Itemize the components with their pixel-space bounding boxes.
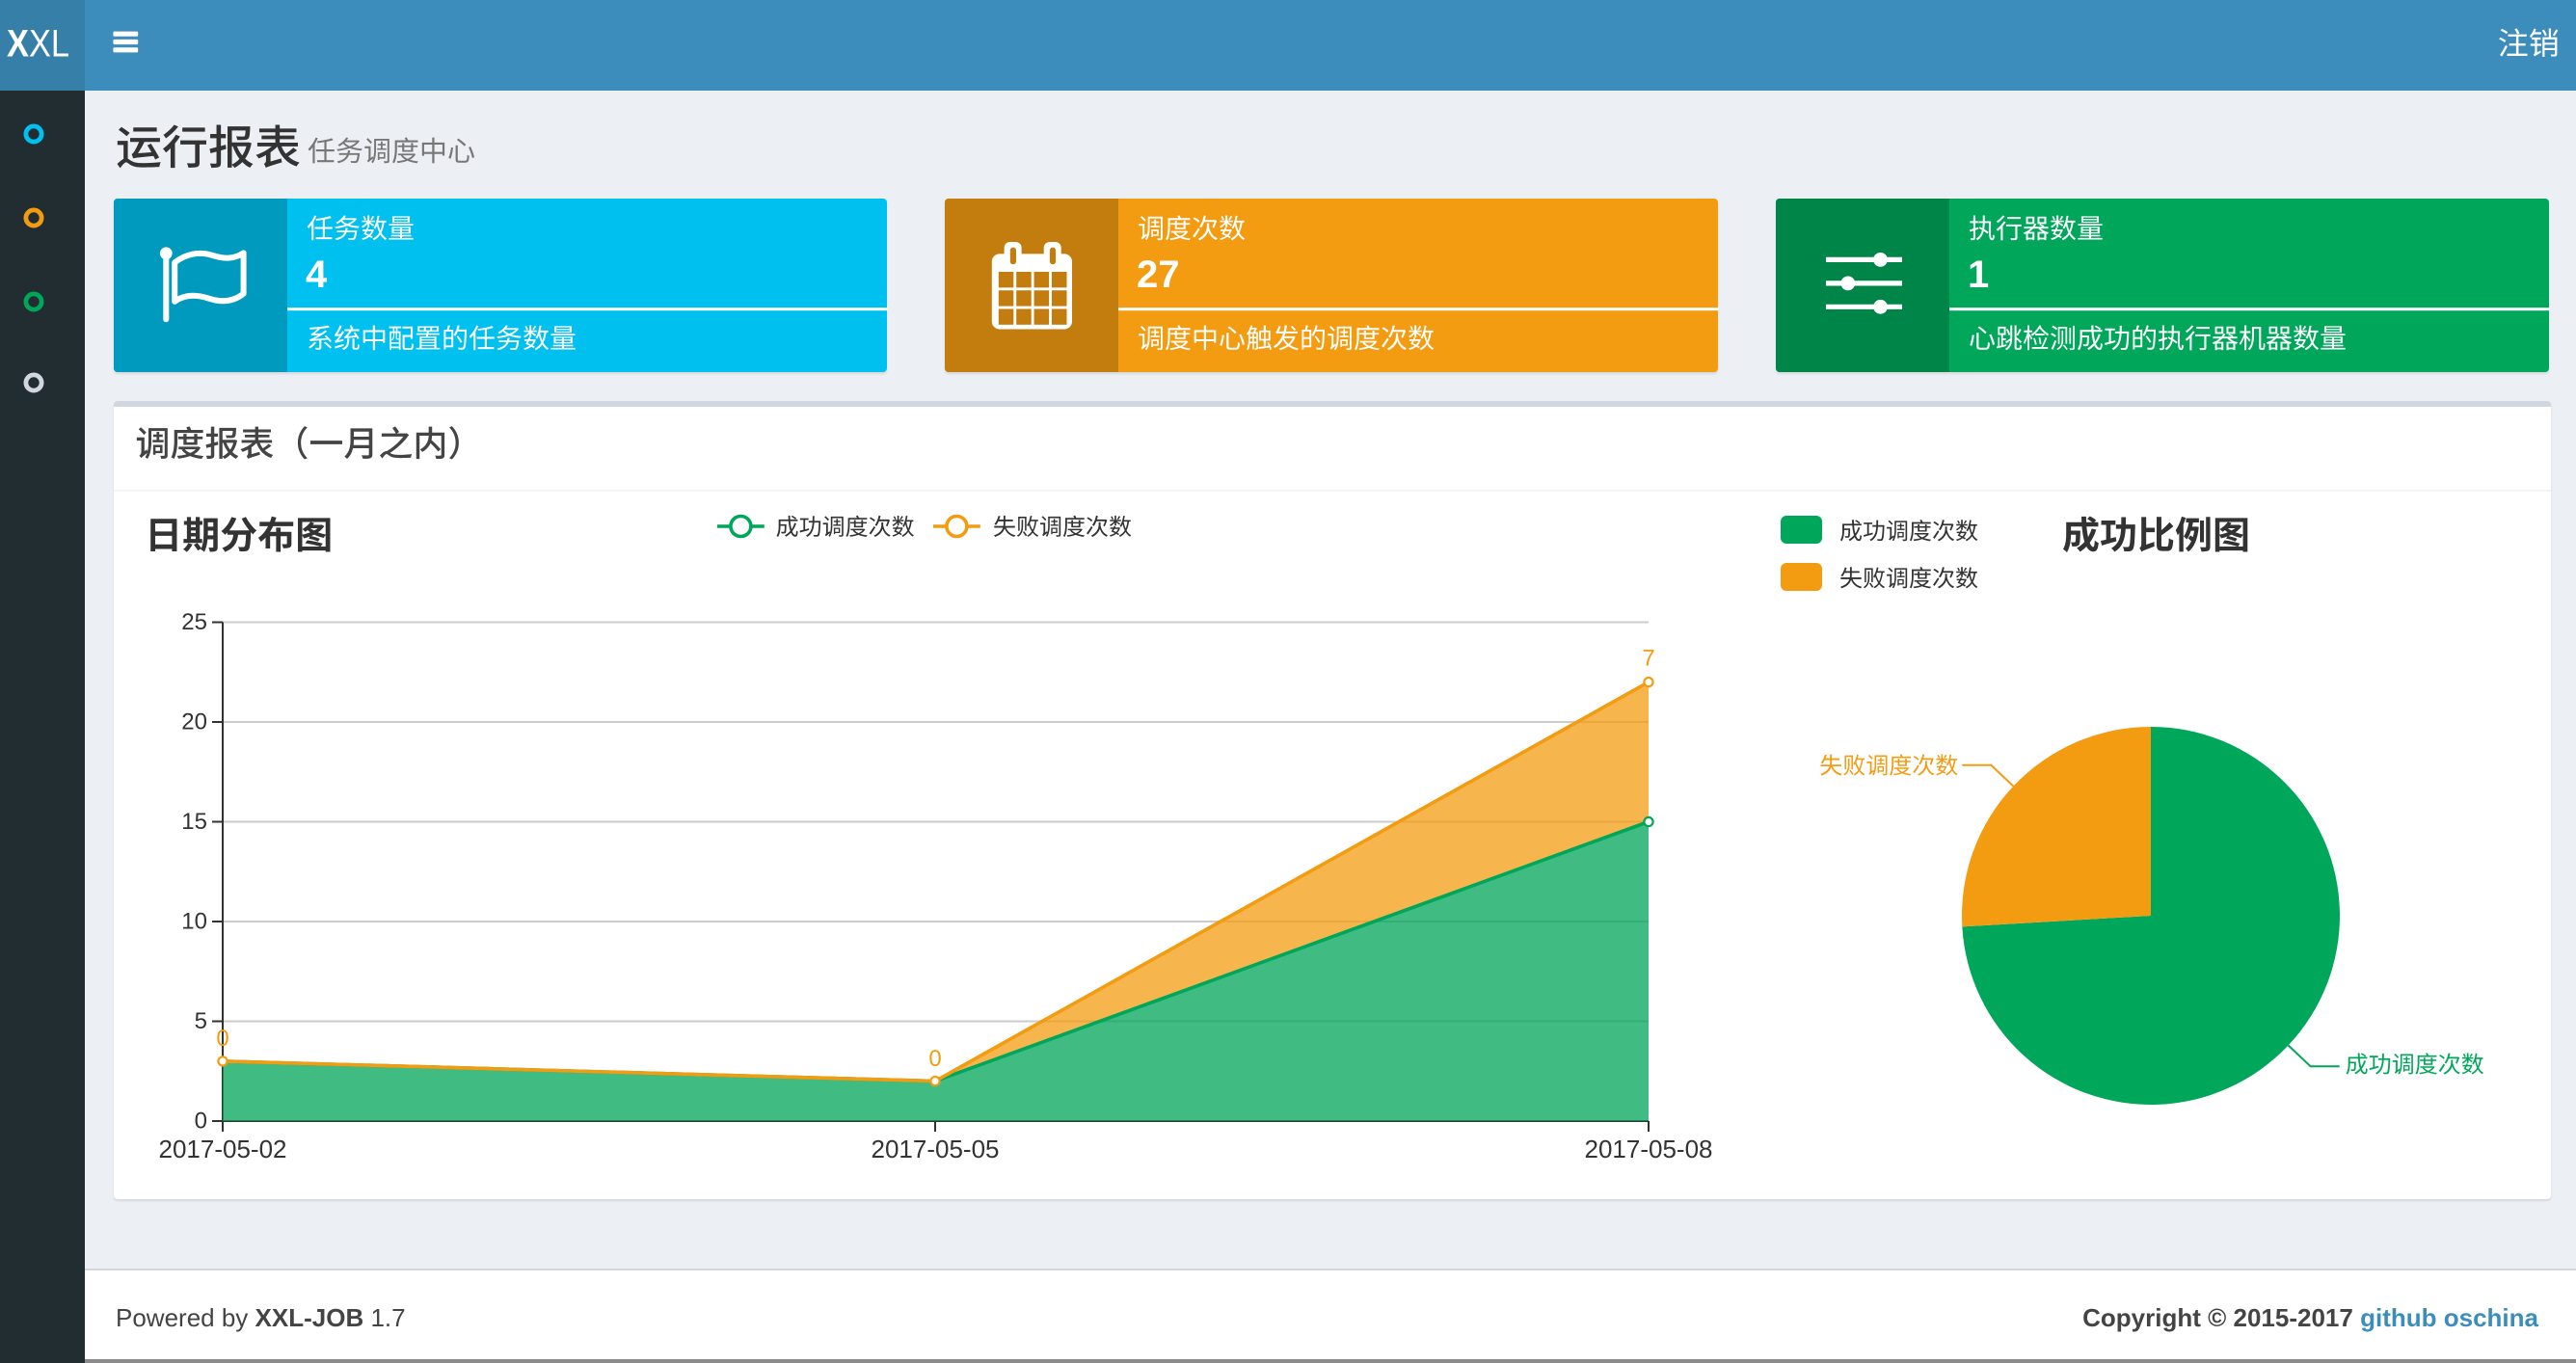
svg-text:25: 25: [181, 609, 207, 635]
svg-text:0: 0: [195, 1109, 207, 1135]
svg-text:4: 4: [306, 254, 328, 296]
svg-text:Copyright © 2015-2017 github: Copyright © 2015-2017 github oschina: [2082, 1303, 2538, 1332]
svg-text:2017-05-08: 2017-05-08: [1585, 1135, 1713, 1163]
svg-text:10: 10: [181, 909, 207, 935]
svg-text:27: 27: [1137, 254, 1180, 296]
svg-text:1: 1: [1968, 254, 1989, 296]
svg-text:Powered by XXL-JOB 1.7: Powered by XXL-JOB 1.7: [116, 1303, 406, 1332]
svg-text:0: 0: [216, 1026, 228, 1052]
svg-text:20: 20: [181, 709, 207, 735]
svg-text:2017-05-05: 2017-05-05: [872, 1135, 1000, 1163]
svg-text:5: 5: [195, 1008, 207, 1034]
svg-text:7: 7: [1642, 646, 1654, 672]
svg-text:15: 15: [181, 809, 207, 835]
svg-text:2017-05-02: 2017-05-02: [159, 1135, 287, 1163]
svg-text:0: 0: [928, 1046, 941, 1072]
svg-text:XXL: XXL: [7, 23, 69, 66]
